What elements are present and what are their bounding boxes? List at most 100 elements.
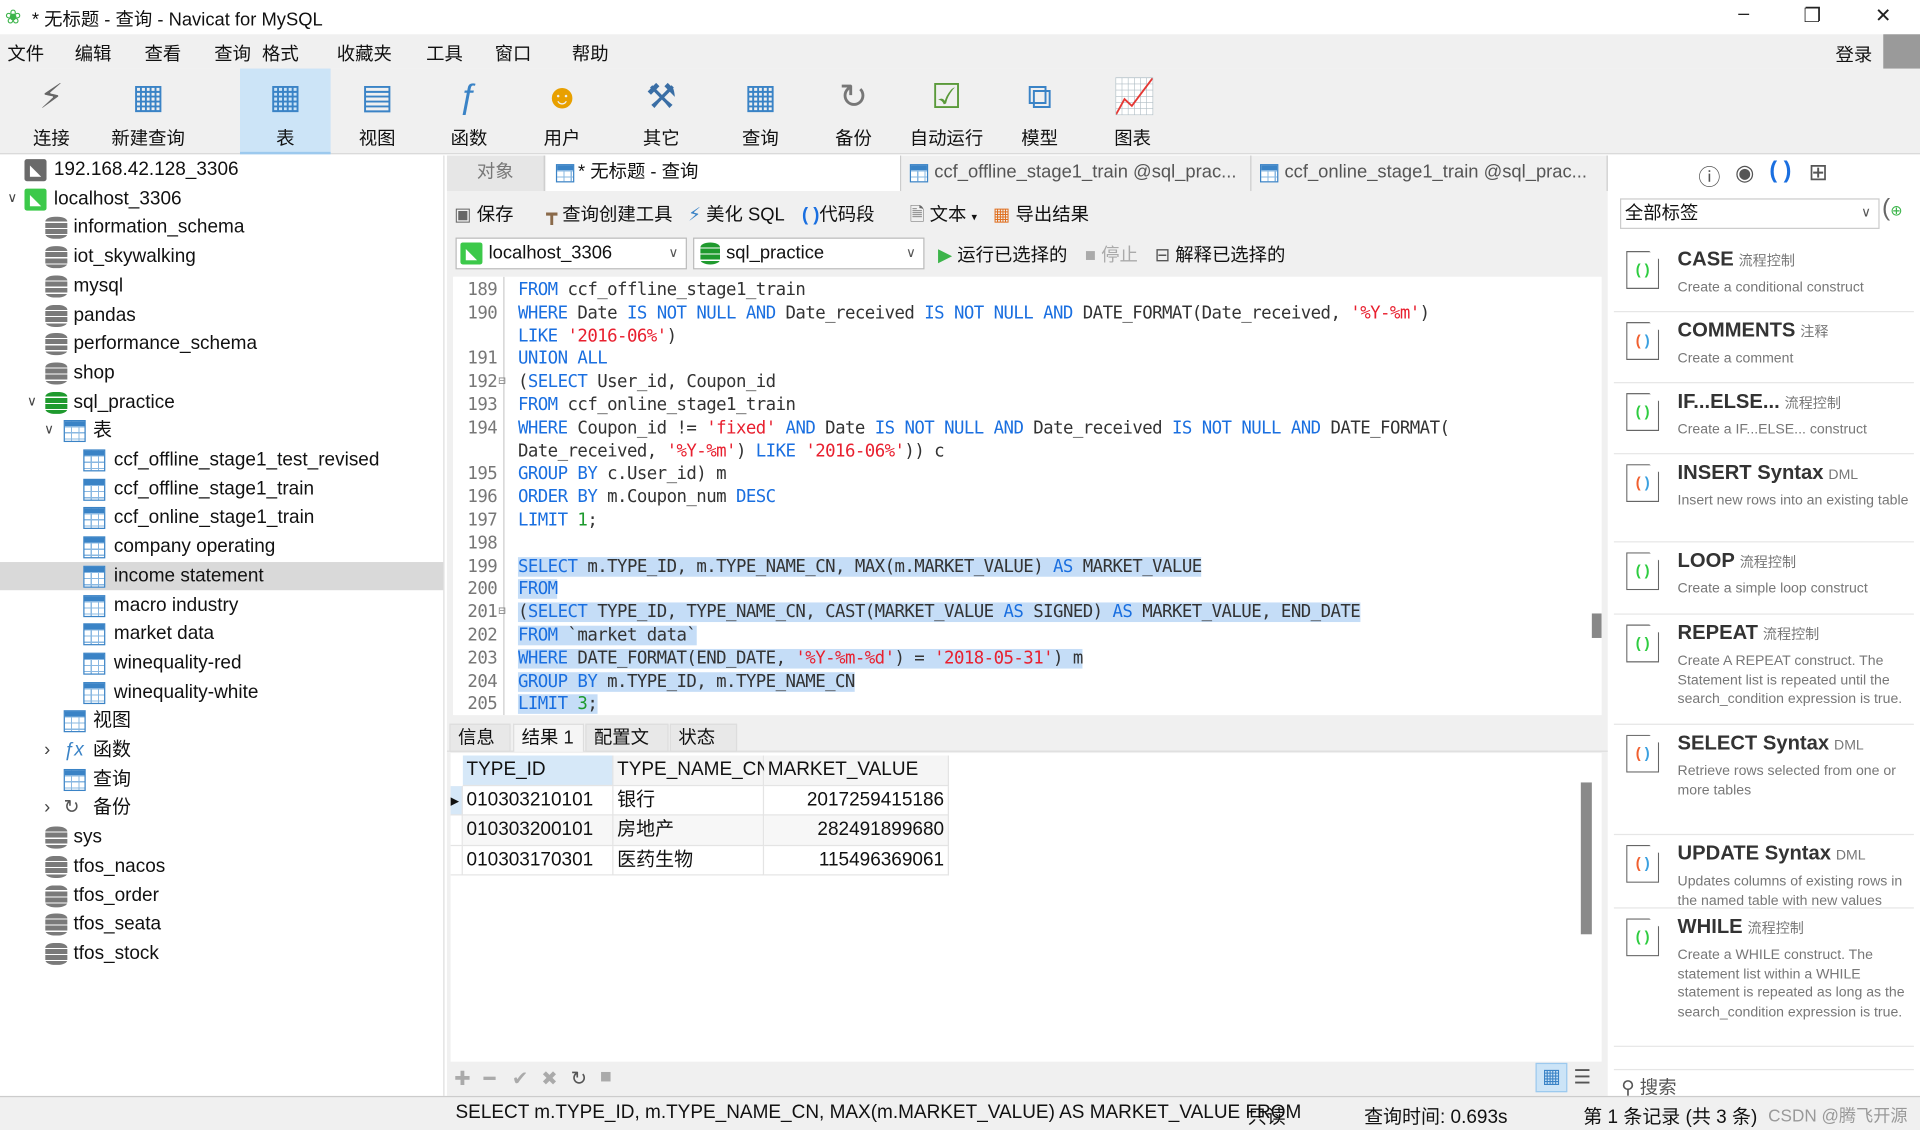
tree-item[interactable]: macro industry xyxy=(0,591,443,620)
tree-item[interactable]: tfos_order xyxy=(0,881,443,910)
explain-selected-button[interactable]: ⊟ 解释已选择的 xyxy=(1155,241,1286,267)
table-cell[interactable]: 房地产 xyxy=(613,815,765,846)
menu-file[interactable]: 文件 xyxy=(7,40,44,66)
eye-icon[interactable]: ◉ xyxy=(1735,160,1754,186)
new-snippet-icon[interactable]: (⊕ xyxy=(1882,195,1902,223)
tab-info[interactable]: 信息 xyxy=(449,723,511,752)
close-button[interactable]: ✕ xyxy=(1865,4,1902,28)
login-link[interactable]: 登录 xyxy=(1836,42,1873,68)
menu-edit[interactable]: 编辑 xyxy=(75,40,112,66)
tree-item[interactable]: ccf_offline_stage1_train xyxy=(0,475,443,504)
tree-item[interactable]: ∨ sql_practice xyxy=(0,388,443,417)
tree-item[interactable]: tfos_stock xyxy=(0,939,443,968)
tree-item[interactable]: iot_skywalking xyxy=(0,243,443,272)
stop-button[interactable]: ■ 停止 xyxy=(1085,241,1138,267)
fold-toggle-icon[interactable]: ⊟ xyxy=(498,601,505,624)
save-button[interactable]: ▣ 保存 xyxy=(454,201,513,227)
tab-profile[interactable]: 配置文件 xyxy=(585,723,669,775)
menu-format[interactable]: 格式 xyxy=(262,40,299,66)
tree-item[interactable]: ◣ 192.168.42.128_3306 xyxy=(0,156,443,185)
restore-button[interactable]: ❐ xyxy=(1794,4,1831,28)
toolbar-table-button[interactable]: ▦ 表 xyxy=(240,68,331,155)
text-button[interactable]: 🗎 文本 ▾ xyxy=(910,201,977,233)
fold-toggle-icon[interactable]: ⊟ xyxy=(498,371,505,394)
tree-item[interactable]: ∨ ◣ localhost_3306 xyxy=(0,185,443,214)
column-header[interactable]: TYPE_ID xyxy=(462,755,614,786)
server-select[interactable]: ◣ localhost_3306 ∨ xyxy=(455,237,687,270)
snippet-item[interactable]: ( ) INSERT Syntax DML Insert new rows into … xyxy=(1613,454,1914,543)
code-snippet-icon[interactable]: ( ) xyxy=(1769,158,1791,185)
tree-item[interactable]: income statement xyxy=(0,561,444,591)
snippet-item[interactable]: ( ) REPEAT 流程控制 Create A REPEAT construct. … xyxy=(1613,615,1914,725)
menu-query[interactable]: 查询 xyxy=(214,40,251,66)
table-cell[interactable]: 银行 xyxy=(613,785,765,816)
toolbar-query-button[interactable]: ▦ 查询 xyxy=(715,69,806,155)
tag-filter-select[interactable]: 全部标签 ∨ xyxy=(1620,198,1880,229)
stop-icon[interactable]: ■ xyxy=(600,1067,612,1089)
tree-item[interactable]: tfos_seata xyxy=(0,910,443,939)
tab-objects[interactable]: 对象 xyxy=(446,155,545,192)
chevron-down-icon[interactable]: ∨ xyxy=(27,388,37,417)
toolbar-new-query-button[interactable]: ▦ 新建查询 xyxy=(103,69,194,155)
chevron-right-icon[interactable]: › xyxy=(44,794,50,823)
chevron-down-icon[interactable]: ∨ xyxy=(44,417,54,446)
tab-offline-train[interactable]: ccf_offline_stage1_train @sql_prac... xyxy=(902,155,1252,192)
tree-item[interactable]: performance_schema xyxy=(0,330,443,359)
tree-item[interactable]: 查询 xyxy=(0,765,443,794)
snippet-item[interactable]: ( ) IF...ELSE... 流程控制 Create a IF...ELSE...… xyxy=(1613,383,1914,455)
snippet-item[interactable]: ( ) SELECT Syntax DML Retrieve rows selecte… xyxy=(1613,725,1914,836)
tree-item[interactable]: market data xyxy=(0,620,443,649)
menu-favorites[interactable]: 收藏夹 xyxy=(337,40,392,66)
tree-item[interactable]: shop xyxy=(0,359,443,388)
tree-item[interactable]: tfos_nacos xyxy=(0,852,443,881)
code-snippet-button[interactable]: ( )代码段 xyxy=(802,201,874,227)
tree-item[interactable]: sys xyxy=(0,823,443,852)
snippet-search-input[interactable]: ⚲ 搜索 xyxy=(1613,1068,1914,1098)
toolbar-model-button[interactable]: ⧉ 模型 xyxy=(994,69,1085,155)
table-cell[interactable]: 282491899680 xyxy=(764,815,949,846)
toolbar-chart-button[interactable]: 📈 图表 xyxy=(1087,69,1178,155)
tab-status[interactable]: 状态 xyxy=(669,723,738,752)
menu-view[interactable]: 查看 xyxy=(144,40,181,66)
chevron-right-icon[interactable]: › xyxy=(44,736,50,765)
table-cell[interactable]: 医药生物 xyxy=(613,845,765,876)
discard-icon[interactable]: ✖ xyxy=(541,1067,557,1091)
table-cell[interactable]: 010303200101 xyxy=(462,815,614,846)
toolbar-backup-button[interactable]: ↻ 备份 xyxy=(808,69,899,155)
delete-row-icon[interactable]: ━ xyxy=(484,1067,496,1091)
database-select[interactable]: sql_practice ∨ xyxy=(693,237,925,270)
beautify-sql-button[interactable]: ⚡ 美化 SQL xyxy=(688,201,785,227)
tree-item[interactable]: › ↻ 备份 xyxy=(0,794,443,823)
tree-item[interactable]: ccf_offline_stage1_test_revised xyxy=(0,446,443,475)
toolbar-plug-button[interactable]: ⚡ 连接 xyxy=(6,69,97,155)
run-selected-button[interactable]: ▶ 运行已选择的 xyxy=(938,241,1067,267)
table-cell[interactable]: 010303170301 xyxy=(462,845,614,876)
tree-item[interactable]: ∨ 表 xyxy=(0,417,443,446)
grid-layout-icon[interactable]: ⊞ xyxy=(1809,159,1828,187)
menu-help[interactable]: 帮助 xyxy=(572,40,609,66)
toolbar-view-button[interactable]: ▤ 视图 xyxy=(332,69,423,155)
apply-icon[interactable]: ✔ xyxy=(512,1067,528,1091)
menu-window[interactable]: 窗口 xyxy=(495,40,532,66)
row-marker[interactable] xyxy=(450,845,463,876)
query-builder-button[interactable]: ┳ 查询创建工具 xyxy=(546,201,672,227)
snippet-item[interactable]: ( ) CASE 流程控制 Create a conditional construc… xyxy=(1613,241,1914,313)
chevron-down-icon[interactable]: ∨ xyxy=(7,185,17,214)
tree-item[interactable]: ccf_online_stage1_train xyxy=(0,504,443,533)
tree-item[interactable]: › ƒx 函数 xyxy=(0,736,443,765)
toolbar-schedule-button[interactable]: ☑ 自动运行 xyxy=(901,69,992,155)
tab-online-train[interactable]: ccf_online_stage1_train @sql_prac... xyxy=(1252,155,1608,192)
tree-item[interactable]: pandas xyxy=(0,301,443,330)
editor-scrollbar[interactable] xyxy=(1591,613,1602,638)
column-header[interactable]: MARKET_VALUE xyxy=(764,755,949,786)
row-marker[interactable] xyxy=(450,815,463,846)
table-cell[interactable]: 115496369061 xyxy=(764,845,949,876)
grid-view-icon[interactable]: ▦ xyxy=(1535,1062,1568,1093)
tab-result-1[interactable]: 结果 1 xyxy=(513,723,585,752)
export-results-button[interactable]: ▦ 导出结果 xyxy=(993,201,1089,227)
snippet-item[interactable]: ( ) WHILE 流程控制 Create a WHILE construct. Th… xyxy=(1613,909,1914,1047)
tree-item[interactable]: winequality-red xyxy=(0,649,443,678)
table-cell[interactable]: 2017259415186 xyxy=(764,785,949,816)
tree-item[interactable]: mysql xyxy=(0,272,443,301)
tree-item[interactable]: 视图 xyxy=(0,707,443,736)
